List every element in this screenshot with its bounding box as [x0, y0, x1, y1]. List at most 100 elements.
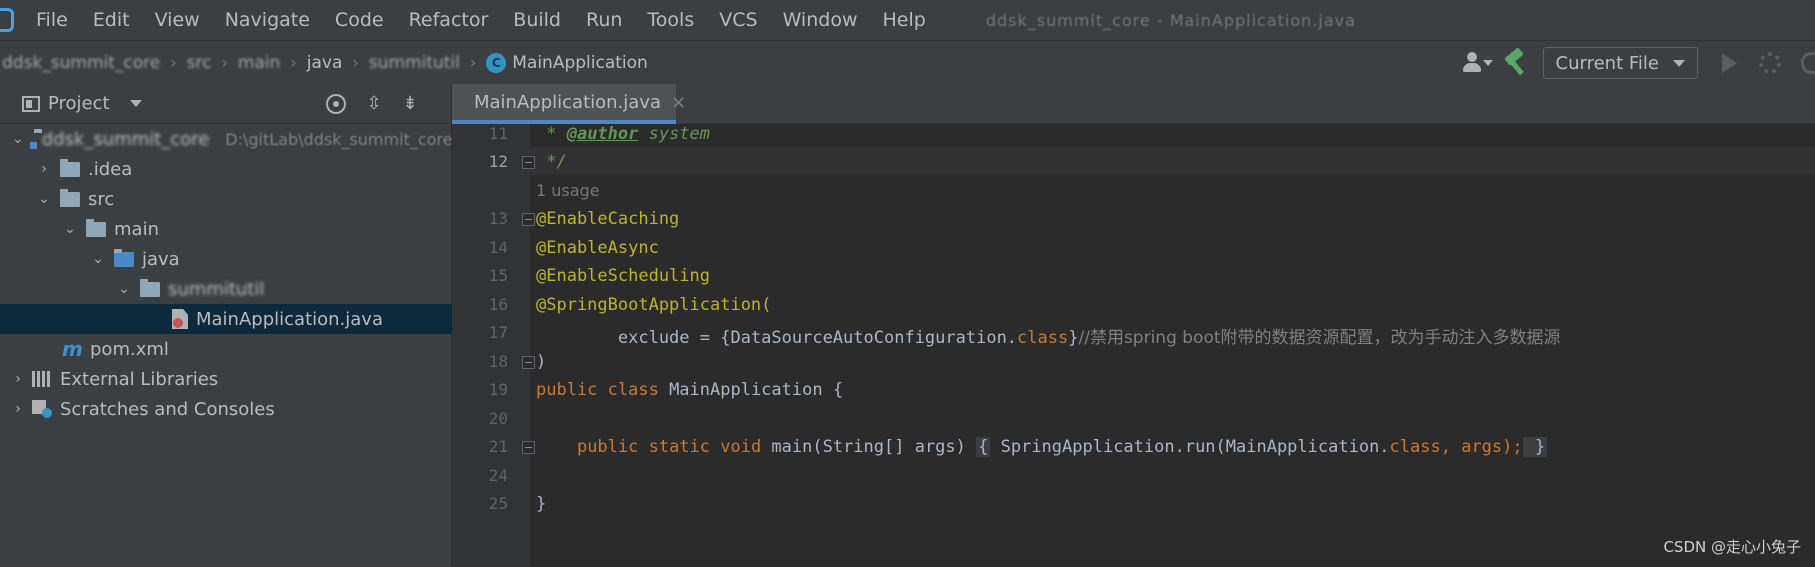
chevron-right-icon: › — [290, 53, 297, 72]
tree-item-label: summitutil — [168, 278, 265, 300]
csdn-watermark: CSDN @走心小兔子 — [1663, 538, 1801, 556]
line-number: 24 — [488, 466, 508, 485]
line-number: 19 — [488, 380, 508, 399]
tree-item-main-class[interactable]: MainApplication.java — [0, 304, 452, 334]
menu-vcs[interactable]: VCS — [719, 9, 757, 31]
menu-bar: File Edit View Navigate Code Refactor Bu… — [0, 0, 1815, 40]
folder-icon — [60, 188, 80, 207]
chevron-down-icon[interactable]: ⌄ — [12, 131, 24, 147]
source-folder-icon — [114, 248, 134, 267]
build-hammer-icon[interactable] — [1503, 47, 1529, 76]
code-line-19: public class MainApplication { — [536, 380, 844, 400]
java-class-file-icon — [172, 309, 188, 329]
menu-navigate[interactable]: Navigate — [225, 9, 310, 31]
scratches-icon — [32, 400, 52, 418]
code-line-25: } — [536, 494, 547, 514]
menu-help[interactable]: Help — [882, 9, 925, 31]
run-configuration-label: Current File — [1555, 52, 1659, 74]
code-line-15: @EnableScheduling — [536, 266, 710, 286]
tree-item-label: ddsk_summit_core — [41, 128, 210, 150]
menu-view[interactable]: View — [155, 9, 200, 31]
tree-item-path: D:\gitLab\ddsk_summit_core\dd — [225, 129, 479, 149]
usage-inlay-hint[interactable]: 1 usage — [536, 181, 600, 200]
tree-item-external-libraries[interactable]: › External Libraries — [0, 364, 452, 394]
chevron-right-icon[interactable]: › — [38, 161, 50, 177]
breadcrumb-src[interactable]: src — [187, 53, 212, 73]
fold-marker-icon[interactable] — [522, 441, 535, 454]
menu-edit[interactable]: Edit — [93, 9, 130, 31]
editor: MainApplication.java × 11 12 13 14 15 16… — [452, 84, 1815, 567]
chevron-down-icon[interactable]: ⌄ — [64, 221, 76, 237]
line-number: 25 — [488, 494, 508, 513]
breadcrumb-main[interactable]: main — [238, 53, 280, 73]
editor-tab-main-application[interactable]: MainApplication.java × — [452, 84, 686, 124]
chevron-right-icon[interactable]: › — [12, 371, 24, 387]
profile-icon[interactable] — [1801, 52, 1815, 74]
code-area[interactable]: 11 12 13 14 15 16 17 18 19 20 21 24 25 *… — [452, 124, 1815, 567]
tree-item-pom[interactable]: m pom.xml — [0, 334, 452, 364]
folded-region[interactable]: { — [976, 437, 991, 457]
line-number: 21 — [488, 437, 508, 456]
fold-marker-icon[interactable] — [522, 356, 535, 369]
run-configuration-select[interactable]: Current File — [1542, 47, 1698, 79]
breadcrumb-package[interactable]: summitutil — [369, 53, 460, 73]
tree-item-label: src — [88, 188, 115, 210]
code-line-13: @EnableCaching — [536, 209, 680, 229]
breadcrumb-project[interactable]: ddsk_summit_core — [2, 53, 160, 73]
code-line-16: @SpringBootApplication( — [536, 295, 772, 315]
locate-file-icon[interactable] — [326, 94, 346, 114]
menu-code[interactable]: Code — [335, 9, 384, 31]
menu-tools[interactable]: Tools — [647, 9, 694, 31]
window-title: ddsk_summit_core - MainApplication.java — [985, 10, 1356, 30]
folder-icon — [60, 158, 80, 177]
tree-item-label: java — [142, 248, 180, 270]
tree-item-java[interactable]: ⌄ java — [0, 244, 452, 274]
breadcrumb-java[interactable]: java — [307, 53, 343, 73]
menu-refactor[interactable]: Refactor — [409, 9, 489, 31]
collapse-all-icon[interactable]: ⇟ — [400, 94, 420, 114]
close-icon[interactable]: × — [671, 92, 686, 113]
code-line-14: @EnableAsync — [536, 238, 659, 258]
chevron-down-icon[interactable]: ⌄ — [92, 251, 104, 267]
library-icon — [32, 371, 52, 387]
tree-item-label: Scratches and Consoles — [60, 398, 275, 420]
fold-marker-icon[interactable] — [522, 213, 535, 226]
menu-run[interactable]: Run — [586, 9, 622, 31]
tree-item-idea[interactable]: › .idea — [0, 154, 452, 184]
line-number: 13 — [488, 209, 508, 228]
tree-item-src[interactable]: ⌄ src — [0, 184, 452, 214]
chevron-right-icon: › — [469, 53, 477, 72]
tree-item-label: External Libraries — [60, 368, 219, 390]
tree-item-package[interactable]: ⌄ summitutil — [0, 274, 452, 304]
tree-item-root[interactable]: ⌄ ddsk_summit_core D:\gitLab\ddsk_summit… — [0, 124, 478, 154]
user-dropdown-icon[interactable] — [1459, 51, 1493, 75]
menu-window[interactable]: Window — [783, 9, 858, 31]
line-number: 16 — [488, 295, 508, 314]
chevron-down-icon[interactable]: ⌄ — [38, 191, 50, 207]
project-view-icon — [22, 95, 40, 112]
chevron-down-icon[interactable]: ⌄ — [118, 281, 130, 297]
folder-icon — [86, 218, 106, 237]
chevron-right-icon[interactable]: › — [12, 401, 24, 417]
expand-all-icon[interactable]: ⇳ — [364, 94, 384, 114]
package-icon — [140, 278, 160, 297]
toolbar-right: Current File — [1459, 41, 1815, 85]
folded-region[interactable]: } — [1522, 437, 1548, 457]
menu-build[interactable]: Build — [513, 9, 561, 31]
menu-file[interactable]: File — [36, 9, 68, 31]
tree-item-label: pom.xml — [90, 338, 169, 360]
run-play-icon[interactable] — [1722, 53, 1737, 73]
tree-item-scratches[interactable]: › Scratches and Consoles — [0, 394, 452, 424]
breadcrumb-current-class[interactable]: MainApplication — [512, 53, 648, 73]
tree-item-label: MainApplication.java — [196, 308, 383, 330]
chevron-down-icon[interactable] — [129, 100, 142, 107]
fold-marker-icon[interactable] — [522, 156, 535, 169]
code-line-12: */ — [536, 152, 567, 172]
project-view-selector[interactable]: Project — [48, 93, 110, 114]
debug-bug-icon[interactable] — [1759, 52, 1781, 74]
project-tool-window: Project ⇳ ⇟ ⌄ ddsk_summit_core D:\gitLab… — [0, 84, 478, 567]
code-line-11: * @author system — [536, 124, 711, 144]
tree-item-main[interactable]: ⌄ main — [0, 214, 452, 244]
tree-item-label: .idea — [88, 158, 133, 180]
maven-icon: m — [62, 337, 83, 361]
